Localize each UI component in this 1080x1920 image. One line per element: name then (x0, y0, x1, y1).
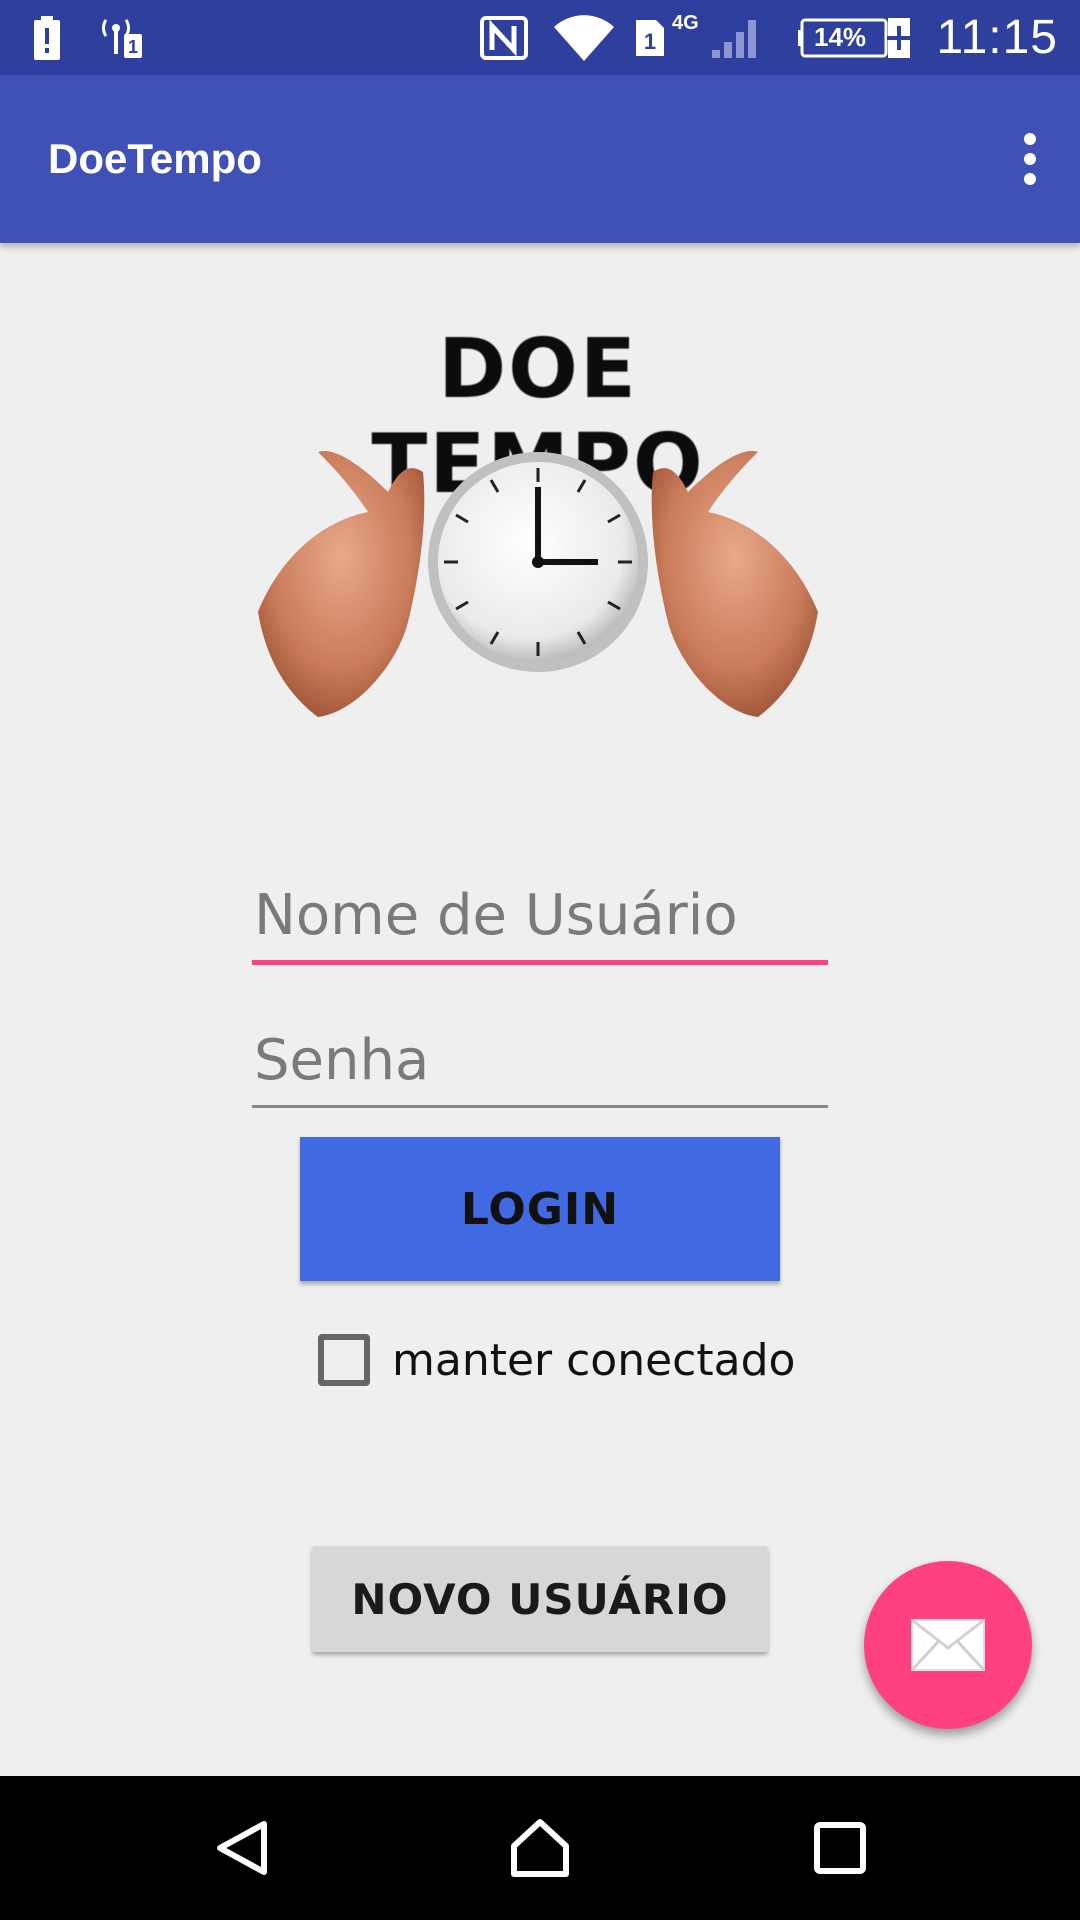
login-button[interactable]: LOGIN (300, 1137, 780, 1281)
logo: DOE TEMPO (258, 322, 818, 732)
username-field-wrapper (252, 870, 828, 965)
keep-connected-checkbox[interactable] (318, 1334, 370, 1386)
mail-icon (910, 1618, 986, 1672)
new-user-button[interactable]: NOVO USUÁRIO (312, 1546, 768, 1652)
keep-connected-label[interactable]: manter conectado (392, 1335, 795, 1386)
alert-icon (34, 0, 60, 75)
signal-icon (710, 0, 758, 75)
home-icon[interactable] (468, 1776, 612, 1920)
status-time: 11:15 (936, 11, 1058, 64)
password-underline (252, 1105, 828, 1108)
network-type-label: 4G (672, 12, 699, 34)
password-input[interactable] (252, 1015, 828, 1105)
svg-text:1: 1 (644, 29, 656, 54)
hotspot-icon: 1 (102, 0, 150, 75)
app-bar: DoeTempo (0, 75, 1080, 243)
app-title: DoeTempo (48, 135, 262, 182)
sim-icon: 1 (636, 0, 664, 75)
username-input[interactable] (252, 870, 828, 960)
hands-clock-image (258, 451, 818, 717)
username-underline (252, 960, 828, 965)
back-icon[interactable] (170, 1776, 314, 1920)
nfc-icon (480, 0, 528, 75)
more-vert-icon[interactable] (998, 127, 1062, 191)
battery-percent: 14% (814, 22, 867, 52)
wifi-icon (554, 0, 614, 75)
nav-bar (0, 1776, 1080, 1920)
svg-text:1: 1 (128, 37, 138, 57)
recents-icon[interactable] (768, 1776, 912, 1920)
keep-connected-row: manter conectado (318, 1330, 795, 1390)
status-bar: 1 1 4G 14% 11:15 (0, 0, 1080, 75)
mail-fab-button[interactable] (864, 1561, 1032, 1729)
password-field-wrapper (252, 1015, 828, 1108)
